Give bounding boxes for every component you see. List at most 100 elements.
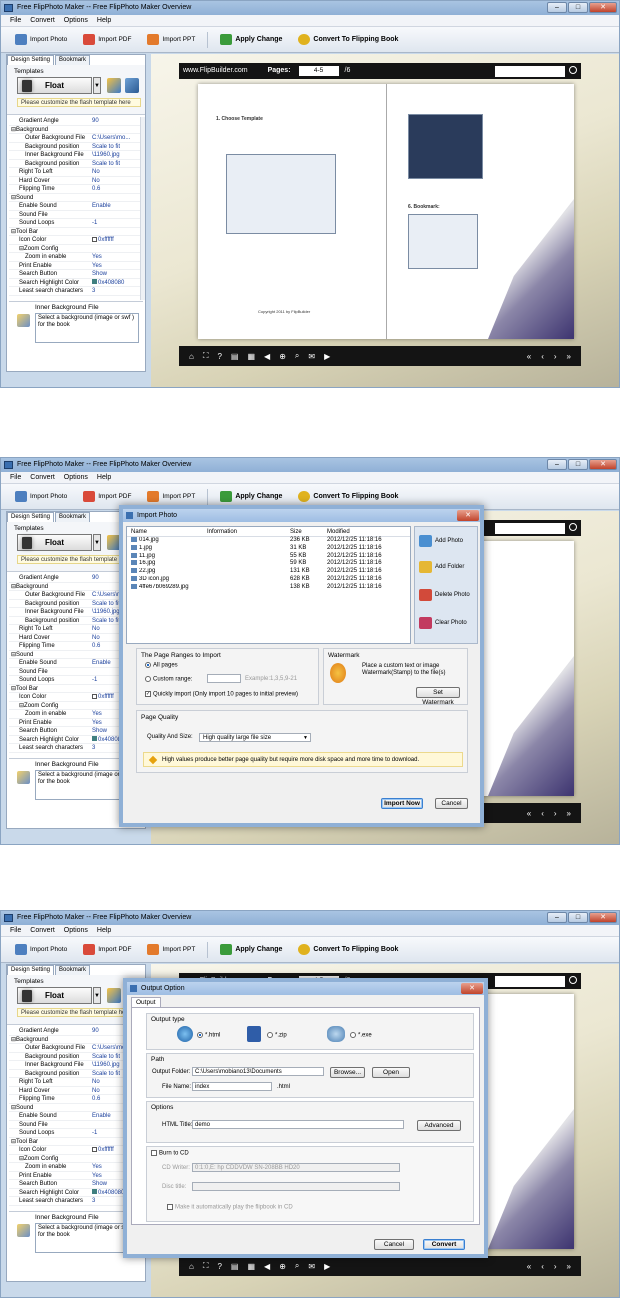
save-theme-icon[interactable] <box>125 78 139 93</box>
tab-bookmark[interactable]: Bookmark <box>55 55 91 65</box>
property-scrollbar[interactable] <box>140 117 145 300</box>
property-value[interactable]: No <box>92 168 142 176</box>
first-page-icon[interactable]: « <box>527 809 531 818</box>
autoplay-icon[interactable]: ▶ <box>324 1262 330 1271</box>
menu-options[interactable]: Options <box>64 15 88 26</box>
menu-file[interactable]: File <box>10 472 21 483</box>
property-value[interactable] <box>92 245 142 253</box>
property-row[interactable]: Zoom in enable Yes <box>9 253 142 262</box>
set-watermark-button[interactable]: Set Watermark <box>416 687 460 706</box>
last-page-icon[interactable]: » <box>567 809 571 818</box>
property-row[interactable]: Gradient Angle 90 <box>9 117 142 126</box>
cancel-button[interactable]: Cancel <box>435 798 468 809</box>
property-row[interactable]: Background position Scale to fit <box>9 143 142 151</box>
file-row[interactable]: 4ffe67b069289.jpg 138 KB 2012/12/25 11:18:… <box>127 583 410 592</box>
property-value[interactable]: 0xffffff <box>92 236 142 244</box>
tab-design-setting[interactable]: Design Setting <box>7 965 55 975</box>
property-value[interactable]: 0.6 <box>92 185 142 193</box>
html-title-input[interactable]: demo <box>192 1120 404 1129</box>
property-value[interactable]: \11960.jpg <box>92 151 142 159</box>
property-row[interactable]: Icon Color 0xffffff <box>9 236 142 245</box>
import-photo-button[interactable]: Import Photo <box>11 941 71 959</box>
next-page-icon[interactable]: › <box>554 809 557 818</box>
template-select-button[interactable]: Float <box>17 987 92 1004</box>
apply-change-button[interactable]: Apply Change <box>216 488 286 506</box>
maximize-button[interactable]: □ <box>568 2 588 13</box>
property-row[interactable]: Sound File <box>9 211 142 219</box>
autoplay-icon[interactable]: ▶ <box>324 352 330 361</box>
import-pdf-button[interactable]: Import PDF <box>79 31 135 49</box>
search-icon[interactable]: ⌕ <box>295 351 299 361</box>
import-pdf-button[interactable]: Import PDF <box>79 941 135 959</box>
menu-options[interactable]: Options <box>64 925 88 936</box>
apply-change-button[interactable]: Apply Change <box>216 941 286 959</box>
file-list[interactable]: Name Information Size Modified 014.jpg 23… <box>126 526 411 644</box>
tab-design-setting[interactable]: Design Setting <box>7 55 55 65</box>
property-row[interactable]: Search Highlight Color 0x408080 <box>9 279 142 287</box>
burn-cd-checkbox[interactable]: Burn to CD <box>151 1150 189 1157</box>
tab-bookmark[interactable]: Bookmark <box>55 512 91 522</box>
minimize-button[interactable]: – <box>547 2 567 13</box>
email-icon[interactable]: ✉ <box>308 352 315 361</box>
quick-import-checkbox[interactable]: ✓ Quickly import (Only import 10 pages to… <box>145 691 298 698</box>
search-input[interactable] <box>495 975 565 987</box>
col-name[interactable]: Name <box>127 527 207 536</box>
property-value[interactable] <box>92 228 142 236</box>
fit-icon[interactable]: ⛶ <box>203 1261 209 1271</box>
thumbnails-icon[interactable]: ▦ <box>247 352 255 361</box>
prev-page-icon[interactable]: ‹ <box>541 352 544 361</box>
property-value[interactable]: Enable <box>92 202 142 210</box>
file-row[interactable]: 22.jpg 131 KB 2012/12/25 11:18:16 <box>127 568 410 576</box>
open-button[interactable]: Open <box>372 1067 410 1078</box>
convert-button[interactable]: Convert To Flipping Book <box>294 941 402 959</box>
maximize-button[interactable]: □ <box>568 912 588 923</box>
close-button[interactable]: ✕ <box>589 912 617 923</box>
property-value[interactable]: 3 <box>92 287 142 295</box>
property-row[interactable]: Background position Scale to fit <box>9 160 142 168</box>
close-button[interactable]: ✕ <box>589 2 617 13</box>
all-pages-radio[interactable]: All pages <box>145 662 178 669</box>
minimize-button[interactable]: – <box>547 459 567 470</box>
thumbnails-icon[interactable]: ▦ <box>247 1262 255 1271</box>
property-row[interactable]: Hard Cover No <box>9 177 142 185</box>
email-icon[interactable]: ✉ <box>308 1262 315 1271</box>
page-curl[interactable] <box>488 656 574 796</box>
template-dropdown-button[interactable]: ▼ <box>93 534 101 551</box>
tab-design-setting[interactable]: Design Setting <box>7 512 55 522</box>
add-photo-button[interactable]: Add Photo <box>419 535 463 547</box>
menu-help[interactable]: Help <box>97 472 111 483</box>
book-spread[interactable]: 1. Choose Template Copyright 2011 by Fli… <box>198 84 574 339</box>
property-row[interactable]: Sound Loops -1 <box>9 219 142 228</box>
disc-title-input[interactable] <box>192 1182 400 1191</box>
property-row[interactable]: Flipping Time 0.6 <box>9 185 142 194</box>
file-row[interactable]: 3D icon.jpg 628 KB 2012/12/25 11:18:16 <box>127 575 410 584</box>
output-folder-input[interactable]: C:\Users\mobiano13\Documents <box>192 1067 324 1076</box>
print-icon[interactable]: ▤ <box>231 1262 239 1271</box>
property-value[interactable]: Scale to fit <box>92 160 142 168</box>
quality-select[interactable]: High quality large file size ▼ <box>199 733 311 742</box>
minimize-button[interactable]: – <box>547 912 567 923</box>
col-information[interactable]: Information <box>207 527 290 536</box>
exe-radio[interactable]: *.exe <box>350 1032 372 1039</box>
menu-help[interactable]: Help <box>97 925 111 936</box>
property-value[interactable] <box>92 211 142 219</box>
menu-options[interactable]: Options <box>64 472 88 483</box>
prev-page-icon[interactable]: ‹ <box>541 809 544 818</box>
property-value[interactable]: 0x408080 <box>92 279 142 287</box>
property-value[interactable]: Yes <box>92 253 142 261</box>
menu-file[interactable]: File <box>10 15 21 26</box>
first-page-icon[interactable]: « <box>527 352 531 361</box>
next-page-icon[interactable]: › <box>554 352 557 361</box>
apply-change-button[interactable]: Apply Change <box>216 31 286 49</box>
first-page-icon[interactable]: « <box>527 1262 531 1271</box>
property-row[interactable]: ⊟Sound <box>9 194 142 202</box>
property-row[interactable]: Inner Background File \11960.jpg <box>9 151 142 160</box>
help-icon[interactable]: ? <box>217 1262 221 1271</box>
search-icon[interactable] <box>569 976 577 984</box>
autoplay-checkbox[interactable]: Make it automatically play the flipbook … <box>167 1204 293 1211</box>
file-row[interactable]: 014.jpg 236 KB 2012/12/25 11:18:16 <box>127 537 410 545</box>
search-input[interactable] <box>495 522 565 534</box>
property-row[interactable]: Outer Background File C:\Users\mo... <box>9 134 142 143</box>
property-row[interactable]: Right To Left No <box>9 168 142 177</box>
delete-photo-button[interactable]: Delete Photo <box>419 589 470 601</box>
